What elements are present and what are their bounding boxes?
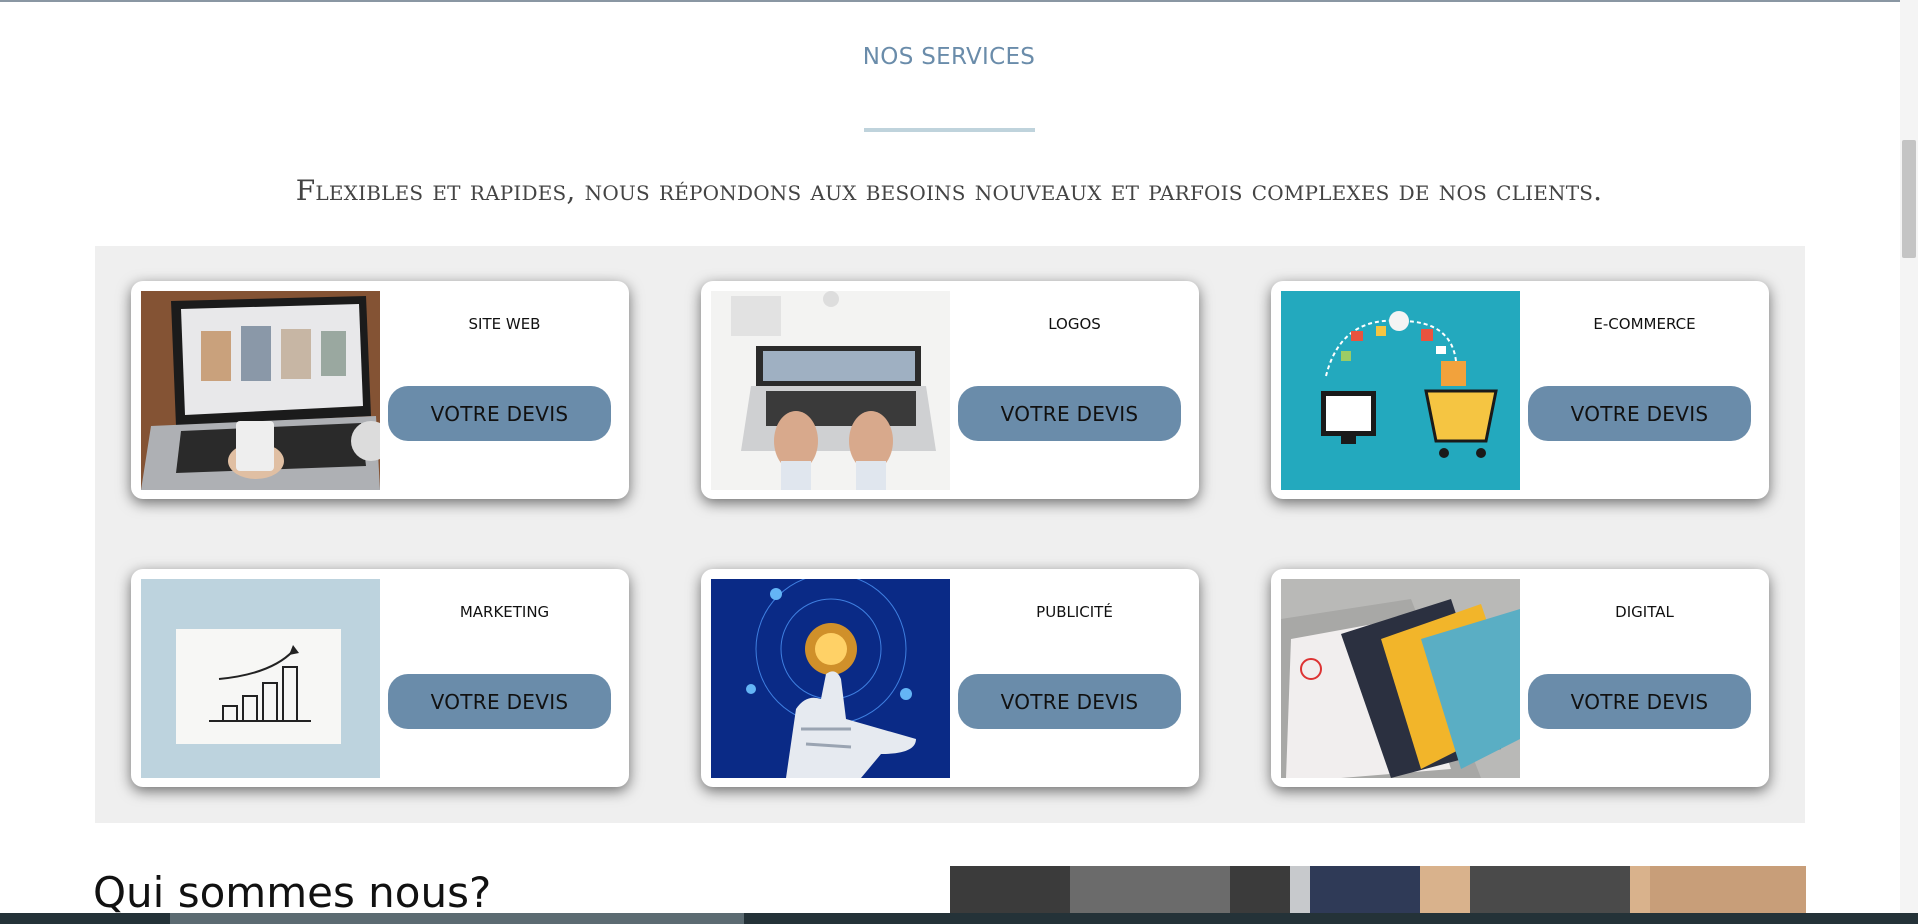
laptop-photo xyxy=(141,291,380,490)
taskbar xyxy=(0,913,1918,924)
service-card-e-commerce: E-COMMERCE VOTRE DEVIS xyxy=(1271,281,1769,499)
title-divider xyxy=(864,128,1035,132)
votre-devis-button[interactable]: VOTRE DEVIS xyxy=(388,386,611,441)
service-card-marketing: MARKETING VOTRE DEVIS xyxy=(131,569,629,787)
card-title: E-COMMERCE xyxy=(1593,315,1696,333)
top-border xyxy=(0,0,1918,2)
service-card-digital: DIGITAL VOTRE DEVIS xyxy=(1271,569,1769,787)
service-card-logos: LOGOS VOTRE DEVIS xyxy=(701,281,1199,499)
service-card-publicite: PUBLICITÉ VOTRE DEVIS xyxy=(701,569,1199,787)
card-title: DIGITAL xyxy=(1615,603,1674,621)
taskbar-active-segment xyxy=(170,913,744,924)
scrollbar-thumb[interactable] xyxy=(1902,140,1916,258)
votre-devis-button[interactable]: VOTRE DEVIS xyxy=(958,674,1181,729)
card-title: PUBLICITÉ xyxy=(1036,603,1113,621)
card-title: SITE WEB xyxy=(468,315,541,333)
about-heading: Qui sommes nous? xyxy=(93,868,492,917)
section-title: NOS SERVICES xyxy=(862,44,1036,70)
typing-laptop-photo xyxy=(711,291,950,490)
votre-devis-button[interactable]: VOTRE DEVIS xyxy=(1528,386,1751,441)
scrollbar[interactable] xyxy=(1900,0,1918,924)
services-panel: SITE WEB VOTRE DEVIS LOGOS VOTRE DEVIS E… xyxy=(95,246,1805,823)
card-title: MARKETING xyxy=(459,603,550,621)
votre-devis-button[interactable]: VOTRE DEVIS xyxy=(1528,674,1751,729)
card-title: LOGOS xyxy=(1048,315,1101,333)
robot-hand-image xyxy=(711,579,950,778)
business-cards-photo xyxy=(1281,579,1520,778)
section-subtitle: Flexibles et rapides, nous répondons aux… xyxy=(295,174,1603,207)
service-card-site-web: SITE WEB VOTRE DEVIS xyxy=(131,281,629,499)
votre-devis-button[interactable]: VOTRE DEVIS xyxy=(958,386,1181,441)
growth-chart-photo xyxy=(141,579,380,778)
ecommerce-illustration xyxy=(1281,291,1520,490)
votre-devis-button[interactable]: VOTRE DEVIS xyxy=(388,674,611,729)
